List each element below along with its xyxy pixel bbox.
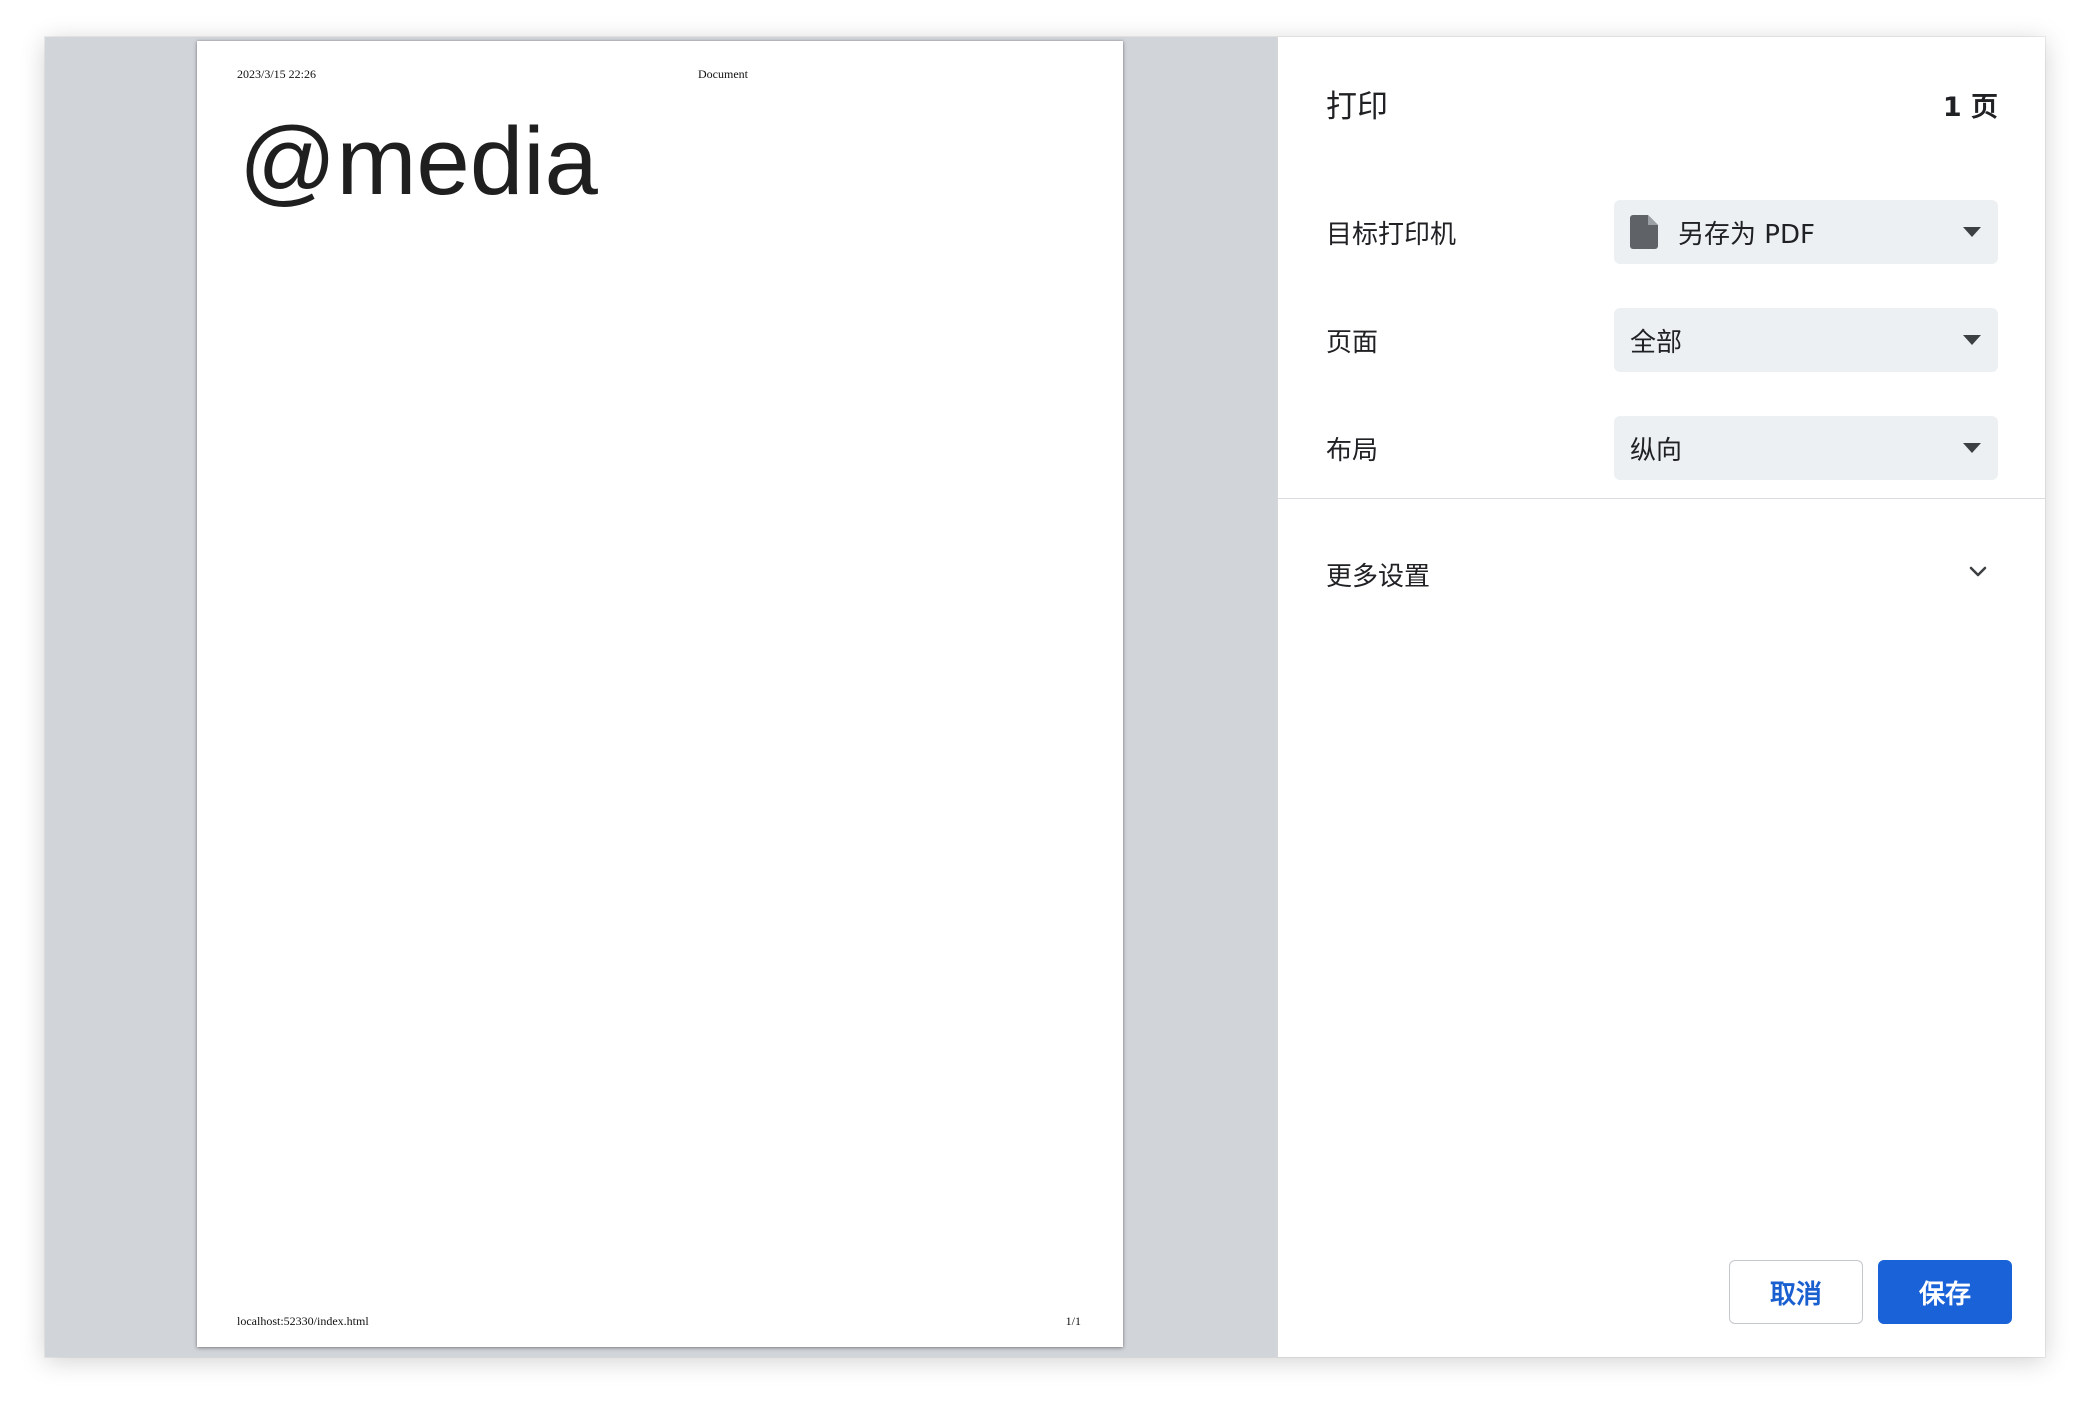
print-preview-area[interactable]: 2023/3/15 22:26 Document @media localhos…	[45, 37, 1277, 1357]
more-settings-label: 更多设置	[1326, 561, 1431, 592]
page-footer-page-number: 1/1	[1065, 1314, 1081, 1328]
save-button[interactable]: 保存	[1878, 1260, 2012, 1324]
dropdown-arrow-icon	[1963, 335, 1981, 345]
chevron-down-icon	[1969, 566, 1987, 577]
document-heading: @media	[239, 108, 598, 215]
layout-label: 布局	[1326, 436, 1379, 466]
more-settings-toggle[interactable]: 更多设置	[1326, 552, 1998, 596]
pages-value: 全部	[1630, 327, 1683, 358]
preview-page: 2023/3/15 22:26 Document @media localhos…	[197, 41, 1123, 1347]
pages-label: 页面	[1326, 328, 1379, 358]
divider	[1278, 498, 2045, 499]
layout-value: 纵向	[1630, 435, 1683, 466]
destination-label: 目标打印机	[1326, 220, 1457, 250]
destination-value: 另存为 PDF	[1678, 219, 1815, 250]
page-footer-url: localhost:52330/index.html	[237, 1314, 369, 1328]
destination-select[interactable]: 另存为 PDF	[1614, 200, 1998, 264]
page-header-title: Document	[698, 67, 748, 81]
pages-select[interactable]: 全部	[1614, 308, 1998, 372]
page-count: 1 页	[1942, 92, 1998, 123]
cancel-button[interactable]: 取消	[1729, 1260, 1863, 1324]
dropdown-arrow-icon	[1963, 443, 1981, 453]
print-settings-panel: 打印 1 页 目标打印机 另存为 PDF 页面 全部 布局 纵向 更多设置 取消…	[1277, 37, 2045, 1357]
print-dialog: 2023/3/15 22:26 Document @media localhos…	[45, 37, 2045, 1357]
panel-title: 打印	[1326, 89, 1388, 125]
layout-select[interactable]: 纵向	[1614, 416, 1998, 480]
file-icon	[1630, 215, 1658, 249]
dropdown-arrow-icon	[1963, 227, 1981, 237]
